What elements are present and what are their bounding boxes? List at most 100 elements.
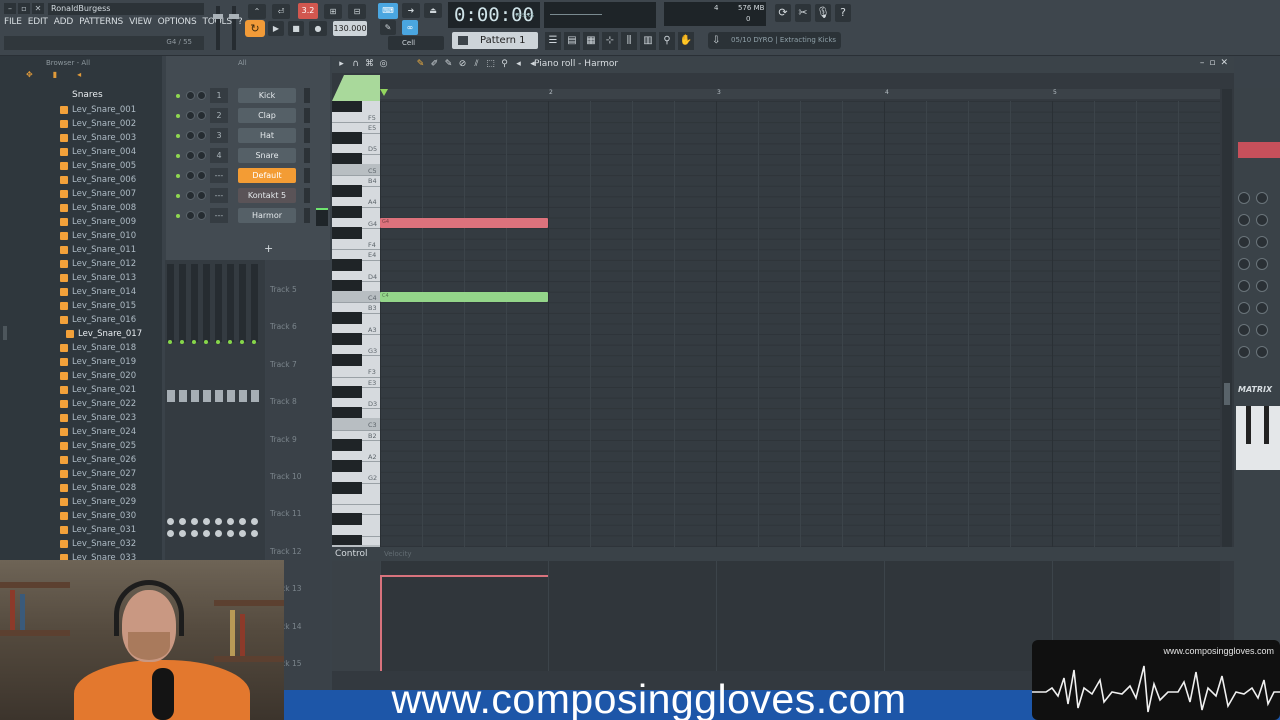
channel-name-button[interactable]: Hat	[238, 128, 296, 143]
playlist-track-label[interactable]: Track 5	[270, 285, 297, 294]
mixer-fader[interactable]	[191, 390, 199, 402]
channel-mute-led[interactable]	[176, 94, 180, 98]
tempo-display[interactable]: 130.000	[333, 21, 367, 36]
mixer-send-knob[interactable]	[1256, 324, 1268, 336]
pencil-icon[interactable]: ✎	[380, 20, 396, 35]
channel-volume-knob[interactable]	[197, 171, 206, 180]
browser-file-item[interactable]: Lev_Snare_015	[60, 299, 142, 313]
piano-roll-vertical-scrollbar[interactable]	[1222, 89, 1232, 547]
browser-icon[interactable]: ▥	[640, 32, 656, 50]
arrow-right-icon[interactable]: ➜	[402, 3, 420, 18]
channel-number[interactable]: 4	[210, 148, 228, 163]
playhead-marker[interactable]	[380, 89, 388, 96]
minimize-icon[interactable]: –	[4, 3, 16, 14]
step-edit-icon[interactable]: ⊟	[348, 4, 366, 19]
channel-mute-led[interactable]	[176, 174, 180, 178]
metronome-icon[interactable]: ⌃	[248, 4, 266, 19]
mixer-led[interactable]	[180, 340, 184, 344]
mixer-led[interactable]	[252, 340, 256, 344]
browser-file-item[interactable]: Lev_Snare_021	[60, 383, 142, 397]
menu-view[interactable]: VIEW	[129, 17, 152, 27]
mixer-fader[interactable]	[203, 390, 211, 402]
browser-file-item[interactable]: Lev_Snare_025	[60, 439, 142, 453]
mixer-strip[interactable]	[203, 264, 210, 342]
mixer-fader[interactable]	[227, 390, 235, 402]
browser-file-item[interactable]: Lev_Snare_006	[60, 173, 142, 187]
mixer-led[interactable]	[204, 340, 208, 344]
channel-row[interactable]: 3 Hat	[166, 128, 330, 144]
menu-options[interactable]: OPTIONS	[158, 17, 197, 27]
play-button[interactable]: ▶	[268, 21, 284, 36]
black-key[interactable]	[332, 131, 362, 144]
channel-select-strip[interactable]	[304, 128, 310, 143]
channel-mute-led[interactable]	[176, 194, 180, 198]
browser-file-item[interactable]: Lev_Snare_023	[60, 411, 142, 425]
black-key[interactable]	[332, 481, 362, 494]
channel-number[interactable]: 1	[210, 88, 228, 103]
mixer-strip[interactable]	[239, 264, 246, 342]
mixer-strip[interactable]	[179, 264, 186, 342]
channel-volume-knob[interactable]	[197, 211, 206, 220]
channel-name-button[interactable]: Snare	[238, 148, 296, 163]
mixer-strip[interactable]	[227, 264, 234, 342]
channel-row[interactable]: --- Default	[166, 168, 330, 184]
mixer-knob[interactable]	[251, 518, 258, 525]
snap-selector[interactable]: Cell	[388, 36, 444, 50]
menu-file[interactable]: FILE	[4, 17, 22, 27]
mixer-fader[interactable]	[215, 390, 223, 402]
browser-file-item[interactable]: Lev_Snare_003	[60, 131, 142, 145]
help-icon[interactable]: ?	[835, 4, 851, 22]
browser-file-icon[interactable]: ▮	[53, 70, 57, 84]
channel-row[interactable]: 4 Snare	[166, 148, 330, 164]
link-icon[interactable]: ∞	[402, 20, 418, 35]
control-target[interactable]: Velocity	[384, 550, 411, 558]
mixer-strip[interactable]	[191, 264, 198, 342]
stamp-icon[interactable]: ⌘	[364, 59, 375, 70]
mixer-knob[interactable]	[239, 518, 246, 525]
wait-icon[interactable]: ⏎	[272, 4, 290, 19]
channel-rack-icon[interactable]: ▤	[564, 32, 580, 50]
channel-row[interactable]: 2 Clap	[166, 108, 330, 124]
channel-volume-knob[interactable]	[197, 91, 206, 100]
mixer-send-knob[interactable]	[1256, 236, 1268, 248]
black-key[interactable]	[332, 206, 362, 218]
playback-icon[interactable]: ◂	[513, 59, 524, 70]
mixer-knob[interactable]	[179, 530, 186, 537]
browser-file-item[interactable]: Lev_Snare_027	[60, 467, 142, 481]
browser-file-item[interactable]: Lev_Snare_004	[60, 145, 142, 159]
timeline-ruler[interactable]: 2 3 4 5	[380, 89, 1220, 99]
channel-name-button[interactable]: Kick	[238, 88, 296, 103]
channel-volume-knob[interactable]	[197, 151, 206, 160]
black-key[interactable]	[332, 460, 362, 473]
playlist-track-label[interactable]: Track 9	[270, 435, 297, 444]
channel-mute-led[interactable]	[176, 154, 180, 158]
browser-file-item[interactable]: Lev_Snare_031	[60, 523, 142, 537]
channel-pan-knob[interactable]	[186, 151, 195, 160]
close-icon[interactable]: ✕	[32, 3, 44, 14]
control-label[interactable]: Control	[335, 549, 368, 559]
browser-file-item[interactable]: Lev_Snare_013	[60, 271, 142, 285]
microphone-icon[interactable]: 🎙	[815, 4, 831, 22]
browser-file-item[interactable]: Lev_Snare_007	[60, 187, 142, 201]
download-news-pill[interactable]: 05/10 DYRO | Extracting Kicks	[708, 32, 841, 49]
touch-icon[interactable]: ✋	[678, 32, 694, 50]
note-grid[interactable]: G4 C4	[380, 101, 1220, 547]
mixer-send-knob[interactable]	[1238, 324, 1250, 336]
target-icon[interactable]: ◎	[378, 59, 389, 70]
channel-select-strip[interactable]	[304, 188, 310, 203]
mixer-send-knob[interactable]	[1256, 258, 1268, 270]
mixer-icon[interactable]: ⫼	[621, 32, 637, 50]
mixer-led[interactable]	[228, 340, 232, 344]
black-key[interactable]	[332, 386, 362, 399]
mixer-led[interactable]	[168, 340, 172, 344]
black-key[interactable]	[332, 101, 362, 112]
channel-name-button[interactable]: Kontakt 5	[238, 188, 296, 203]
channel-select-strip[interactable]	[304, 148, 310, 163]
browser-file-item[interactable]: Lev_Snare_030	[60, 509, 142, 523]
mixer-fader[interactable]	[251, 390, 259, 402]
piano-roll-corner-tab[interactable]	[332, 75, 380, 101]
mixer-send-knob[interactable]	[1256, 280, 1268, 292]
stop-button[interactable]: ■	[288, 21, 304, 36]
channel-volume-knob[interactable]	[197, 131, 206, 140]
playlist-track-label[interactable]: Track 6	[270, 322, 297, 331]
